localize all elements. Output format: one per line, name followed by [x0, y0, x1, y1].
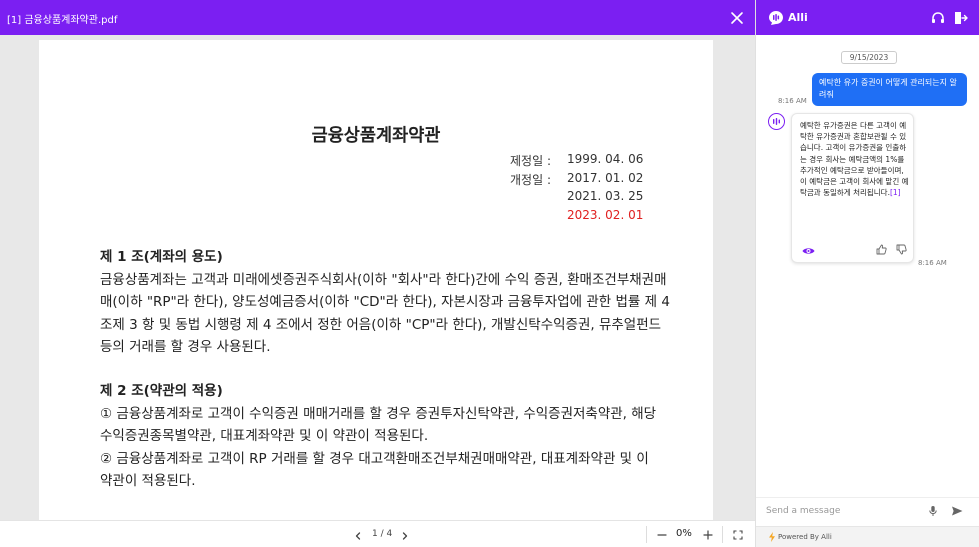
alli-logo-icon — [769, 11, 783, 25]
article-line: 등의 거래를 할 경우 사용된다. — [100, 339, 271, 356]
zoom-level: 0% — [676, 528, 692, 539]
chevron-right-icon — [402, 532, 408, 540]
divider — [646, 526, 647, 543]
fullscreen-button[interactable] — [730, 527, 746, 543]
date-row: 개정일 : 2017. 01. 02 — [459, 171, 689, 190]
plus-icon — [703, 530, 713, 540]
article-line: 금융상품계좌는 고객과 미래에셋증권주식회사(이하 "회사"라 한다)간에 수익… — [100, 271, 667, 288]
previous-page-button[interactable] — [351, 528, 365, 542]
divider — [722, 526, 723, 543]
exit-chat-button[interactable] — [952, 10, 968, 26]
pdf-page: 금융상품계좌약관 제정일 : 1999. 04. 06 개정일 : 2017. … — [39, 40, 713, 520]
thumbs-down-icon — [896, 244, 907, 255]
voice-input-button[interactable] — [926, 503, 940, 517]
bot-message-text: 예탁한 유가증권은 다른 고객이 예탁한 유가증권과 혼합보관될 수 있습니다.… — [800, 120, 910, 198]
pdf-viewer: [1] 금융상품계좌약관.pdf 금융상품계좌약관 제정일 : 1999. 04… — [0, 0, 755, 547]
article-line: 매(이하 "RP"라 한다), 양도성예금증서(이하 "CD"라 한다), 자본… — [100, 294, 670, 311]
article-line: 수익증권종목별약관, 대표계좌약관 및 이 약관이 적용된다. — [100, 428, 429, 445]
bolt-icon — [769, 532, 775, 542]
article-line: 약관이 적용된다. — [100, 473, 196, 490]
send-button[interactable] — [950, 503, 964, 517]
bot-message-body: 예탁한 유가증권은 다른 고객이 예탁한 유가증권과 혼합보관될 수 있습니다.… — [800, 121, 909, 198]
message-time: 8:16 AM — [778, 97, 807, 105]
chat-panel: Alli 9/15/2023 예탁한 유가 증권이 어떻게 관리되는지 알려줘 … — [755, 0, 979, 547]
viewer-footer: 1 / 4 0% — [0, 520, 755, 547]
date-row: 2023. 02. 01 — [459, 208, 689, 227]
page-indicator: 1 / 4 — [372, 529, 393, 539]
close-icon — [731, 12, 743, 24]
thumbs-up-button[interactable] — [876, 240, 887, 255]
article-line: 조제 3 항 및 동법 시행령 제 4 조에서 정한 어음(이하 "CP"라 한… — [100, 316, 662, 333]
user-message: 예탁한 유가 증권이 어떻게 관리되는지 알려줘 — [812, 73, 967, 106]
view-source-button[interactable] — [802, 241, 815, 254]
next-page-button[interactable] — [398, 528, 412, 542]
date-chip: 9/15/2023 — [841, 51, 897, 64]
chat-header: Alli — [756, 0, 979, 35]
brand-name: Alli — [788, 11, 808, 24]
exit-icon — [955, 12, 968, 24]
support-button[interactable] — [930, 10, 946, 26]
headset-icon — [932, 12, 944, 23]
article-2: 제 2 조(약관의 적용) ① 금융상품계좌로 고객이 수익증권 매매거래를 할… — [100, 380, 700, 493]
close-viewer-button[interactable] — [726, 7, 748, 29]
article-line: ② 금융상품계좌로 고객이 RP 거래를 할 경우 대고객환매조건부채권매매약관… — [100, 450, 649, 467]
article-heading: 제 1 조(계좌의 용도) — [100, 249, 223, 265]
message-input[interactable] — [766, 502, 916, 520]
chevron-left-icon — [355, 532, 361, 540]
article-1: 제 1 조(계좌의 용도) 금융상품계좌는 고객과 미래에셋증권주식회사(이하 … — [100, 246, 700, 359]
bot-message: 예탁한 유가증권은 다른 고객이 예탁한 유가증권과 혼합보관될 수 있습니다.… — [791, 113, 914, 263]
date-row: 제정일 : 1999. 04. 06 — [459, 152, 689, 171]
message-composer — [756, 497, 979, 523]
minus-icon — [657, 534, 667, 536]
viewer-header: [1] 금융상품계좌약관.pdf — [0, 0, 755, 35]
date-label: 제정일 : — [510, 154, 551, 168]
zoom-out-button[interactable] — [654, 527, 670, 543]
send-icon — [952, 506, 963, 516]
eye-icon — [802, 248, 815, 254]
date-label: 개정일 : — [510, 172, 551, 187]
article-heading: 제 2 조(약관의 적용) — [100, 383, 223, 399]
powered-by-text: Powered By Alli — [778, 533, 832, 541]
date-value: 2021. 03. 25 — [567, 189, 644, 203]
date-value: 1999. 04. 06 — [567, 152, 644, 166]
date-value-latest: 2023. 02. 01 — [567, 207, 644, 222]
document-dates: 제정일 : 1999. 04. 06 개정일 : 2017. 01. 02 20… — [459, 152, 689, 226]
alli-logo-icon — [773, 118, 780, 125]
bot-avatar — [768, 113, 785, 130]
file-name: [1] 금융상품계좌약관.pdf — [7, 15, 118, 26]
date-value: 2017. 01. 02 — [567, 170, 644, 185]
powered-by-footer: Powered By Alli — [756, 526, 979, 547]
message-time: 8:16 AM — [918, 259, 947, 267]
citation-link[interactable]: [1] — [890, 188, 901, 197]
thumbs-up-icon — [876, 244, 887, 255]
date-row: 2021. 03. 25 — [459, 189, 689, 208]
fullscreen-icon — [733, 530, 743, 540]
microphone-icon — [929, 506, 937, 516]
article-line: ① 금융상품계좌로 고객이 수익증권 매매거래를 할 경우 증권투자신탁약관, … — [100, 405, 657, 422]
zoom-in-button[interactable] — [700, 527, 716, 543]
document-title: 금융상품계좌약관 — [311, 126, 441, 146]
thumbs-down-button[interactable] — [896, 240, 907, 255]
